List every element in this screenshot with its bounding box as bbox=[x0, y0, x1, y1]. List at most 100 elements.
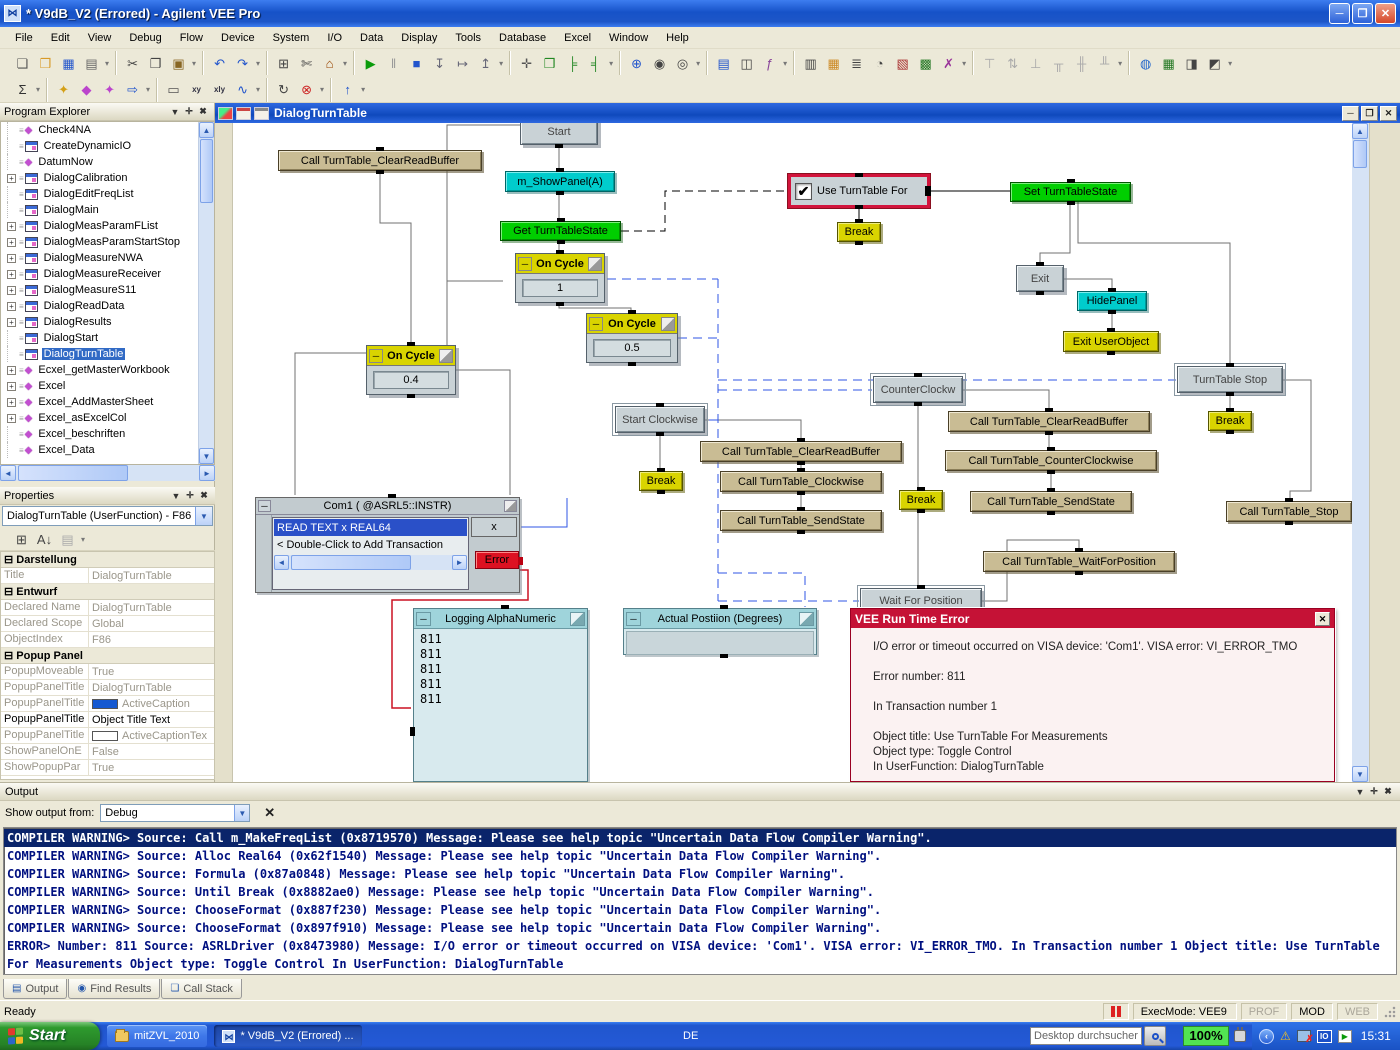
goto-icon[interactable]: ⇨ bbox=[121, 79, 144, 101]
tree-item-dialogmeasurereceiver[interactable]: +≡DialogMeasureReceiver bbox=[1, 266, 214, 282]
windows-icon[interactable]: ❒ bbox=[538, 52, 561, 74]
node-break-3[interactable]: Break bbox=[899, 490, 943, 510]
minimize-icon[interactable]: ─ bbox=[589, 317, 603, 331]
output-source-dropdown[interactable]: Debug ▼ bbox=[100, 804, 250, 822]
align-top-icon[interactable]: ⊤ bbox=[978, 52, 1001, 74]
search-icon[interactable] bbox=[1144, 1026, 1166, 1046]
tree-item-dialogeditfreqlist[interactable]: ≡DialogEditFreqList bbox=[1, 186, 214, 202]
node-call-turntable-clearreadbuffer-2[interactable]: Call TurnTable_ClearReadBuffer bbox=[700, 441, 902, 462]
function-icon[interactable]: ƒ bbox=[758, 52, 781, 74]
upload-icon[interactable]: ↑ bbox=[336, 79, 359, 101]
node-turntable-stop[interactable]: TurnTable Stop bbox=[1177, 366, 1283, 393]
categorize-icon[interactable]: ⊞ bbox=[10, 528, 33, 550]
xy-display-icon[interactable]: xy bbox=[185, 79, 208, 101]
property-row[interactable]: PopupPanelTitleActiveCaption bbox=[1, 696, 214, 712]
tab-output[interactable]: ▤Output bbox=[3, 979, 67, 999]
find-in-files-icon[interactable]: ◎ bbox=[671, 52, 694, 74]
overflow-chevron-icon[interactable]: ▾ bbox=[105, 59, 109, 68]
output-terminal-x[interactable]: x bbox=[471, 517, 517, 537]
cancel-icon[interactable]: ⊗ bbox=[295, 79, 318, 101]
node-break-4[interactable]: Break bbox=[1208, 411, 1252, 431]
node-get-turntablestate[interactable]: Get TurnTableState bbox=[500, 221, 621, 241]
resize-icon[interactable] bbox=[661, 317, 675, 331]
property-row[interactable]: Declared NameDialogTurnTable bbox=[1, 600, 214, 616]
tree-item-dialogmeasurenwa[interactable]: +≡DialogMeasureNWA bbox=[1, 250, 214, 266]
properties-object-selector[interactable]: DialogTurnTable (UserFunction) - F86 ▼ bbox=[2, 506, 213, 526]
io-config-icon[interactable]: IO bbox=[1317, 1030, 1332, 1043]
node-call-turntable-clearreadbuffer-3[interactable]: Call TurnTable_ClearReadBuffer bbox=[948, 411, 1150, 432]
expand-icon[interactable]: + bbox=[7, 270, 16, 279]
align-left-icon[interactable]: ╞ bbox=[561, 52, 584, 74]
node-call-turntable-clockwise[interactable]: Call TurnTable_Clockwise bbox=[720, 471, 882, 492]
node-set-turntablestate[interactable]: Set TurnTableState bbox=[1010, 182, 1131, 202]
save-icon[interactable]: ▦ bbox=[57, 52, 80, 74]
node-start-button[interactable]: Start bbox=[520, 123, 598, 145]
resize-icon[interactable] bbox=[570, 612, 585, 626]
object1-icon[interactable]: ✦ bbox=[52, 79, 75, 101]
tree-vertical-scrollbar[interactable]: ▲ ▼ bbox=[198, 122, 214, 464]
undo-icon[interactable]: ↶ bbox=[208, 52, 231, 74]
tree-item-dialogcalibration[interactable]: +≡DialogCalibration bbox=[1, 170, 214, 186]
menu-system[interactable]: System bbox=[264, 30, 319, 46]
tree-item-dialogmeasparamstartstop[interactable]: +≡DialogMeasParamStartStop bbox=[1, 234, 214, 250]
overflow-chevron-icon[interactable]: ▾ bbox=[320, 85, 324, 94]
cut-icon[interactable]: ✂ bbox=[121, 52, 144, 74]
node-call-turntable-waitforposition[interactable]: Call TurnTable_WaitForPosition bbox=[983, 551, 1175, 572]
object2-icon[interactable]: ◆ bbox=[75, 79, 98, 101]
expand-icon[interactable]: + bbox=[7, 222, 16, 231]
zoom-badge[interactable]: 100% bbox=[1183, 1026, 1229, 1046]
cycle-value[interactable]: 1 bbox=[522, 279, 598, 297]
tree-item-dialogresults[interactable]: +≡DialogResults bbox=[1, 314, 214, 330]
node-break-1[interactable]: Break bbox=[837, 222, 881, 242]
minimize-icon[interactable]: ─ bbox=[626, 612, 641, 626]
actual-position-display[interactable]: ─ Actual Postiion (Degrees) bbox=[623, 608, 817, 655]
preview-icon[interactable]: ◫ bbox=[735, 52, 758, 74]
overflow-chevron-icon[interactable]: ▾ bbox=[609, 59, 613, 68]
expand-icon[interactable]: + bbox=[7, 254, 16, 263]
node-exit-userobject[interactable]: Exit UserObject bbox=[1063, 331, 1159, 352]
desktop-search[interactable] bbox=[1030, 1026, 1166, 1046]
minimize-icon[interactable]: ─ bbox=[369, 349, 383, 363]
node-call-turntable-stop[interactable]: Call TurnTable_Stop bbox=[1226, 501, 1352, 522]
checkbox-icon[interactable]: ✔ bbox=[795, 183, 812, 200]
search-input[interactable] bbox=[1030, 1027, 1142, 1045]
close-icon[interactable]: ✖ bbox=[1381, 786, 1395, 797]
menu-help[interactable]: Help bbox=[657, 30, 698, 46]
align-right-icon[interactable]: ╡ bbox=[584, 52, 607, 74]
step-over-icon[interactable]: ↧ bbox=[428, 52, 451, 74]
minimize-icon[interactable]: ─ bbox=[258, 500, 271, 512]
node-call-turntable-sendstate-1[interactable]: Call TurnTable_SendState bbox=[720, 510, 882, 531]
menu-i-o[interactable]: I/O bbox=[318, 30, 351, 46]
expand-icon[interactable]: + bbox=[7, 382, 16, 391]
property-row[interactable]: PopupPanelTitleActiveCaptionTex bbox=[1, 728, 214, 744]
copy-icon[interactable]: ❐ bbox=[144, 52, 167, 74]
console-line[interactable]: COMPILER WARNING> Source: Until Break (0… bbox=[4, 883, 1396, 901]
tree-item-excel[interactable]: +≡◆Excel bbox=[1, 378, 214, 394]
run-icon[interactable]: ▶ bbox=[359, 52, 382, 74]
property-row[interactable]: PopupPanelTitleObject Title Text bbox=[1, 712, 214, 728]
distribute-h-icon[interactable]: ╥ bbox=[1047, 52, 1070, 74]
expand-icon[interactable]: + bbox=[7, 414, 16, 423]
rect-display-icon[interactable]: ▭ bbox=[162, 79, 185, 101]
properties-icon[interactable]: ▤ bbox=[712, 52, 735, 74]
list-icon[interactable]: ≣ bbox=[845, 52, 868, 74]
error-terminal[interactable]: Error bbox=[475, 551, 519, 569]
align-bottom-icon[interactable]: ⊥ bbox=[1024, 52, 1047, 74]
resize-icon[interactable] bbox=[439, 349, 453, 363]
tab-call-stack[interactable]: ❏Call Stack bbox=[161, 979, 242, 999]
xly-display-icon[interactable]: xly bbox=[208, 79, 231, 101]
tree-item-dialogmeasures11[interactable]: +≡DialogMeasureS11 bbox=[1, 282, 214, 298]
maximize-button[interactable]: ❐ bbox=[1352, 3, 1373, 24]
tree-horizontal-scrollbar[interactable]: ◄ ► bbox=[0, 465, 215, 481]
object3-icon[interactable]: ✦ bbox=[98, 79, 121, 101]
node-on-cycle-05[interactable]: ─On Cycle0.5 bbox=[586, 313, 678, 363]
program-explorer-icon[interactable]: ⊞ bbox=[272, 52, 295, 74]
mdi-title-bar[interactable]: DialogTurnTable ─ ❐ ✕ bbox=[215, 103, 1400, 123]
expand-icon[interactable]: + bbox=[7, 302, 16, 311]
step-into-icon[interactable]: ↦ bbox=[451, 52, 474, 74]
com1-transaction-box[interactable]: ─ Com1 ( @ASRL5::INSTR) READ TEXT x REAL… bbox=[255, 497, 520, 593]
menu-flow[interactable]: Flow bbox=[171, 30, 212, 46]
console-line[interactable]: COMPILER WARNING> Source: Alloc Real64 (… bbox=[4, 847, 1396, 865]
node-start-clockwise[interactable]: Start Clockwise bbox=[615, 406, 705, 433]
distribute-v-icon[interactable]: ╫ bbox=[1070, 52, 1093, 74]
